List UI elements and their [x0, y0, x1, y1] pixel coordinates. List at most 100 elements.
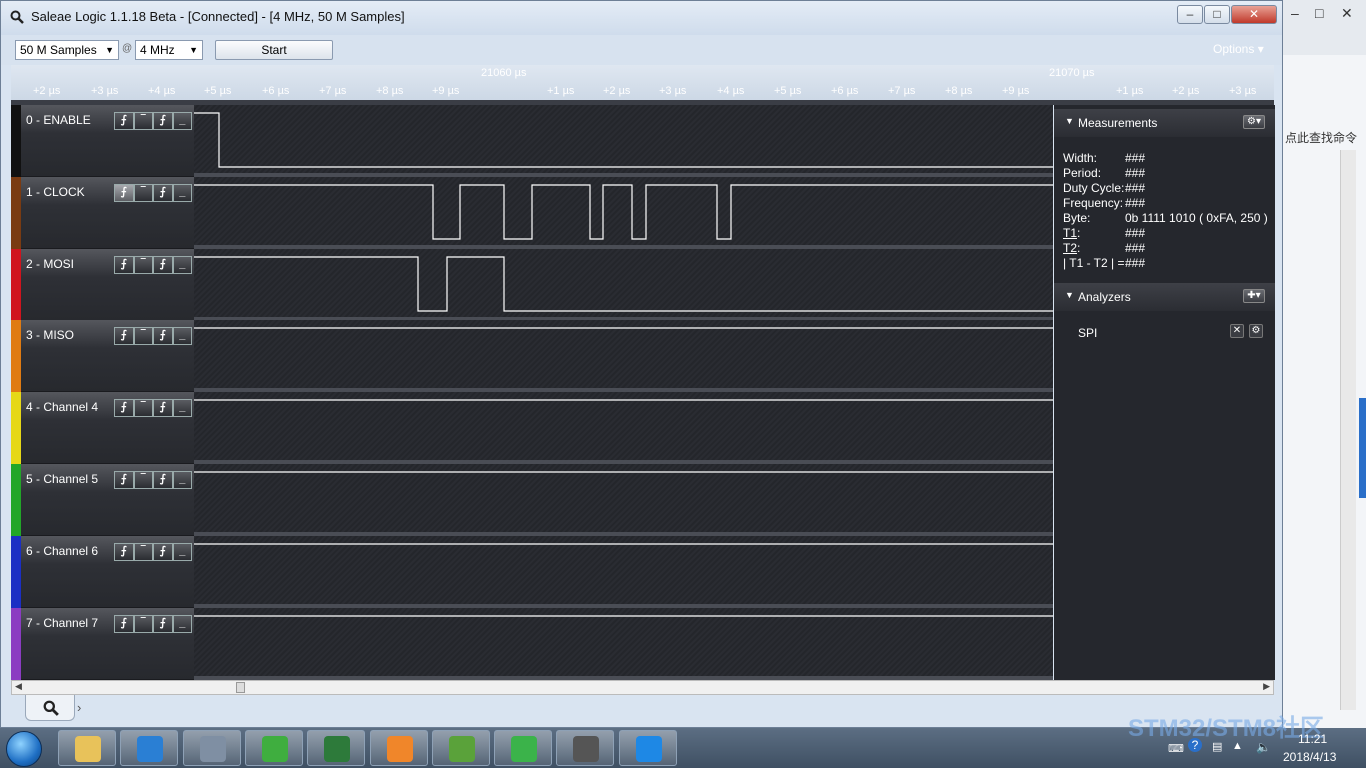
start-button[interactable]	[6, 731, 42, 767]
start-button[interactable]: Start	[215, 40, 333, 60]
background-max-icon[interactable]: □	[1315, 5, 1323, 21]
search-tab[interactable]	[25, 695, 75, 721]
channel-label-area[interactable]: 7 - Channel 7 ⨍ ‾ ⨍ _	[21, 607, 194, 680]
options-menu[interactable]: Options ▾	[1213, 42, 1264, 56]
low-level-icon[interactable]: _	[172, 399, 192, 418]
help-icon[interactable]: ?	[1188, 738, 1202, 752]
low-level-icon[interactable]: _	[172, 542, 192, 561]
falling-edge-icon[interactable]: ⨍	[153, 542, 173, 561]
high-level-icon[interactable]: ‾	[133, 471, 153, 489]
channel-waveform[interactable]	[194, 176, 1053, 249]
volume-icon[interactable]: 🔈	[1256, 740, 1271, 754]
timing-marker-link[interactable]: T2	[1063, 241, 1077, 255]
keyboard-icon[interactable]: ⌨	[1168, 742, 1184, 755]
add-analyzer-icon[interactable]: ✚▾	[1243, 289, 1265, 303]
rising-edge-icon[interactable]: ⨍	[114, 255, 134, 274]
rising-edge-icon[interactable]: ⨍	[114, 183, 134, 202]
channel-name[interactable]: 6 - Channel 6	[26, 544, 98, 558]
channel-waveform[interactable]	[194, 248, 1053, 321]
taskbar-app-button[interactable]	[369, 730, 428, 766]
low-level-icon[interactable]: _	[172, 255, 192, 274]
low-level-icon[interactable]: _	[172, 112, 192, 130]
horizontal-scrollbar[interactable]: ◀ ▶	[11, 680, 1274, 695]
channel-name[interactable]: 0 - ENABLE	[26, 113, 91, 127]
channel-label-area[interactable]: 4 - Channel 4 ⨍ ‾ ⨍ _	[21, 392, 194, 465]
taskbar-app-button[interactable]	[182, 730, 241, 766]
taskbar-app-button[interactable]	[618, 730, 677, 766]
channel-name[interactable]: 7 - Channel 7	[26, 616, 98, 630]
analyzers-header[interactable]: ▼ Analyzers ✚▾	[1054, 283, 1275, 311]
remove-analyzer-icon[interactable]: ✕	[1230, 324, 1244, 338]
measurement-label[interactable]: T1:	[1063, 226, 1080, 240]
maximize-button[interactable]: □	[1204, 5, 1230, 24]
falling-edge-icon[interactable]: ⨍	[153, 471, 173, 489]
measurement-label[interactable]: T2:	[1063, 241, 1080, 255]
falling-edge-icon[interactable]: ⨍	[153, 327, 173, 346]
high-level-icon[interactable]: ‾	[133, 542, 153, 561]
scroll-left-icon[interactable]: ◀	[15, 681, 22, 692]
channel-name[interactable]: 4 - Channel 4	[26, 400, 98, 414]
close-button[interactable]: ✕	[1231, 5, 1277, 24]
collapse-triangle-icon[interactable]: ▼	[1065, 290, 1074, 300]
scroll-thumb[interactable]	[236, 682, 245, 693]
clock-time[interactable]: 11:21	[1298, 732, 1327, 746]
rising-edge-icon[interactable]: ⨍	[114, 327, 134, 346]
rising-edge-icon[interactable]: ⨍	[114, 399, 134, 418]
channel-waveform[interactable]	[194, 535, 1053, 608]
taskbar-app-button[interactable]	[494, 730, 553, 766]
channel-label-area[interactable]: 2 - MOSI ⨍ ‾ ⨍ _	[21, 248, 194, 321]
taskbar-app-button[interactable]	[556, 730, 615, 766]
rising-edge-icon[interactable]: ⨍	[114, 542, 134, 561]
taskbar-app-button[interactable]	[120, 730, 179, 766]
low-level-icon[interactable]: _	[172, 183, 192, 202]
timing-marker-link[interactable]: T1	[1063, 226, 1077, 240]
channel-waveform[interactable]	[194, 320, 1053, 393]
channel-label-area[interactable]: 5 - Channel 5 ⨍ ‾ ⨍ _	[21, 464, 194, 536]
minimize-button[interactable]: ‒	[1177, 5, 1203, 24]
rising-edge-icon[interactable]: ⨍	[114, 471, 134, 489]
falling-edge-icon[interactable]: ⨍	[153, 255, 173, 274]
taskbar-app-button[interactable]	[431, 730, 490, 766]
background-side-tab[interactable]	[1359, 398, 1366, 498]
chevron-right-icon[interactable]: ›	[77, 700, 81, 715]
falling-edge-icon[interactable]: ⨍	[153, 112, 173, 130]
rising-edge-icon[interactable]: ⨍	[114, 614, 134, 633]
high-level-icon[interactable]: ‾	[133, 327, 153, 346]
channel-name[interactable]: 5 - Channel 5	[26, 472, 98, 486]
channel-label-area[interactable]: 6 - Channel 6 ⨍ ‾ ⨍ _	[21, 535, 194, 608]
channel-label-area[interactable]: 0 - ENABLE ⨍ ‾ ⨍ _	[21, 105, 194, 177]
analyzer-settings-gear-icon[interactable]: ⚙	[1249, 324, 1263, 338]
channel-name[interactable]: 3 - MISO	[26, 328, 74, 342]
high-level-icon[interactable]: ‾	[133, 399, 153, 418]
low-level-icon[interactable]: _	[172, 327, 192, 346]
background-min-icon[interactable]: ‒	[1291, 5, 1299, 21]
falling-edge-icon[interactable]: ⨍	[153, 399, 173, 418]
taskbar-app-button[interactable]	[58, 730, 116, 766]
taskbar-app-button[interactable]	[244, 730, 303, 766]
high-level-icon[interactable]: ‾	[133, 255, 153, 274]
channel-name[interactable]: 1 - CLOCK	[26, 185, 85, 199]
network-icon[interactable]: ▤	[1212, 740, 1222, 753]
channel-label-area[interactable]: 1 - CLOCK ⨍ ‾ ⨍ _	[21, 176, 194, 249]
falling-edge-icon[interactable]: ⨍	[153, 183, 173, 202]
title-bar[interactable]: Saleae Logic 1.1.18 Beta - [Connected] -…	[1, 1, 1282, 35]
high-level-icon[interactable]: ‾	[133, 614, 153, 633]
time-ruler[interactable]: +2 µs +3 µs +4 µs +5 µs +6 µs +7 µs +8 µs +9 µs…	[11, 65, 1274, 105]
low-level-icon[interactable]: _	[172, 614, 192, 633]
measurements-header[interactable]: ▼ Measurements ⚙▾	[1054, 109, 1275, 137]
samples-select[interactable]: 50 M Samples ▼	[15, 40, 119, 60]
collapse-triangle-icon[interactable]: ▼	[1065, 116, 1074, 126]
scroll-right-icon[interactable]: ▶	[1263, 681, 1270, 692]
gear-icon[interactable]: ⚙▾	[1243, 115, 1265, 129]
low-level-icon[interactable]: _	[172, 471, 192, 489]
background-close-icon[interactable]: ✕	[1341, 5, 1353, 22]
channel-waveform[interactable]	[194, 392, 1053, 465]
high-level-icon[interactable]: ‾	[133, 183, 153, 202]
background-scrollbar[interactable]	[1340, 150, 1356, 710]
sample-rate-select[interactable]: 4 MHz ▼	[135, 40, 203, 60]
channel-waveform[interactable]	[194, 464, 1053, 536]
channel-name[interactable]: 2 - MOSI	[26, 257, 74, 271]
high-level-icon[interactable]: ‾	[133, 112, 153, 130]
channel-label-area[interactable]: 3 - MISO ⨍ ‾ ⨍ _	[21, 320, 194, 393]
falling-edge-icon[interactable]: ⨍	[153, 614, 173, 633]
